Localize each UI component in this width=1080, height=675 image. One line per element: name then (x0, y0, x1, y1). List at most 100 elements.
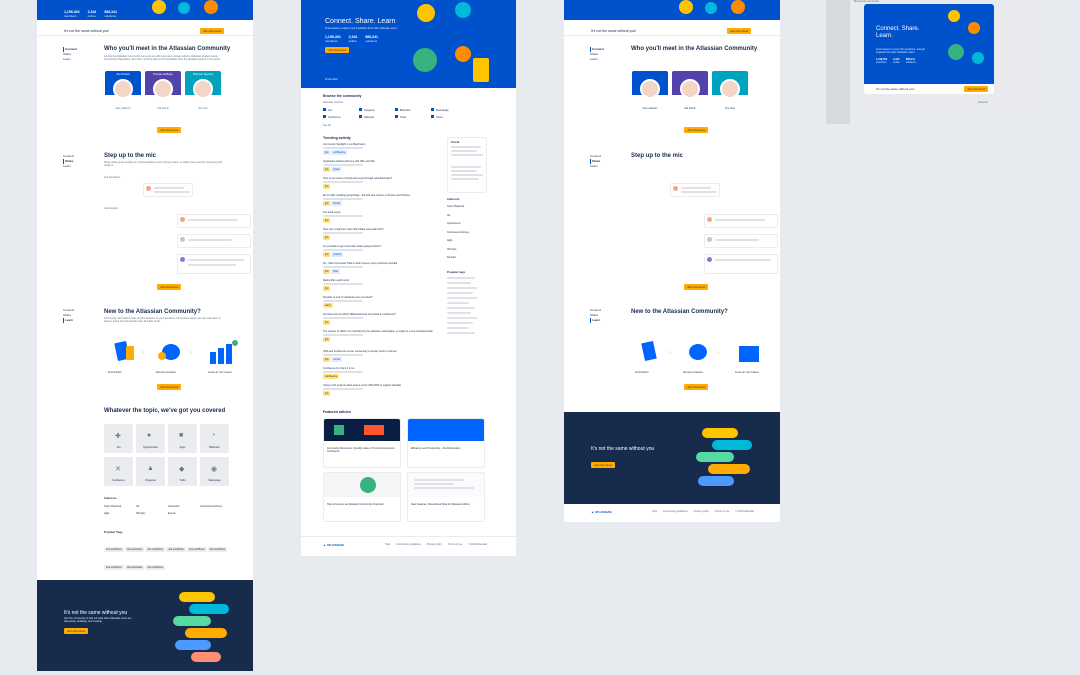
topic-bitbucket[interactable]: ◔ Bitbucket (200, 424, 229, 453)
footer-cta: It's not the same without you Join the c… (37, 580, 253, 671)
trending-item[interactable]: How to set custom (Cloud) ask to put thr… (323, 177, 441, 194)
interest-item[interactable]: Off-topic (447, 246, 469, 255)
person-card-1[interactable]: Jira Product Jose Jackson (105, 71, 141, 115)
hero-join-button[interactable]: Join the Crew (325, 47, 350, 53)
interest-item[interactable]: Agile (447, 237, 469, 246)
featured-card-2[interactable]: Efficiency and Productivity - Jira Discu… (407, 418, 485, 468)
trending-item[interactable]: Rating filter audit report jira (323, 279, 441, 296)
meet-title: Who you'll meet in the Atlassian Communi… (631, 46, 758, 52)
new-title: New to the Atlassian Community? (631, 309, 728, 315)
signup-modal: Connect. Share. Learn. Find answers in y… (864, 4, 994, 94)
products-label: Atlassian products (323, 101, 344, 104)
footer-link[interactable]: Community guidelines (396, 543, 421, 546)
interest-item[interactable]: Off-topic (136, 510, 168, 517)
product-cloud[interactable]: Cloud (431, 114, 467, 121)
featured-card-3[interactable]: How to become an Atlassian Community Cha… (323, 472, 401, 522)
tag-item[interactable]: Jira workflows (104, 565, 124, 570)
tag-item[interactable]: Jira workflows (104, 547, 124, 552)
trending-item[interactable]: Application without path key with URL an… (323, 160, 441, 177)
person-card-2[interactable]: Jira Admin (672, 71, 708, 115)
join-button-2[interactable]: Join the Crew (157, 284, 182, 290)
avatar (193, 79, 213, 99)
banner-join-button[interactable]: Join the Crew (727, 28, 752, 34)
tag-item[interactable]: Jira workflows (124, 547, 145, 552)
interest-item[interactable]: Team Playbook (447, 203, 469, 212)
trending-item[interactable]: Confluence for Jira 6.4 to us confluence (323, 367, 441, 384)
atlassian-logo[interactable]: ▲ ATLASSIAN (591, 510, 612, 514)
modal-join-button[interactable]: Join the Crew (964, 86, 989, 92)
person-card-2[interactable]: Thomas Gutfleger Jira Admin (145, 71, 181, 115)
person-card-1[interactable]: Jose Jackson (632, 71, 668, 115)
topic-trello[interactable]: ◆ Trello (168, 457, 197, 486)
topic-opportunities[interactable]: ● Opportunities (136, 424, 165, 453)
footer-link[interactable]: Privacy policy (694, 510, 709, 513)
join-button-3[interactable]: Join the Crew (684, 384, 709, 390)
footer-link[interactable]: Terms of use (448, 543, 462, 546)
trending-item[interactable]: How can I implement rules that initiate … (323, 228, 441, 245)
join-button-2[interactable]: Join the Crew (684, 284, 709, 290)
footer-link[interactable]: Community guidelines (663, 510, 688, 513)
featured-card-4[interactable]: New Features: Streamlined Flow for Relea… (407, 472, 485, 522)
interest-item[interactable]: Events (168, 510, 200, 517)
mic-body: Share what you're working on, what workf… (104, 161, 222, 167)
circle-card: Circle (447, 137, 487, 193)
tag-item[interactable]: Jira workflows (145, 547, 166, 552)
product-statuspage[interactable]: Statuspage (431, 107, 467, 114)
stat-members: 1,198,454 members (876, 58, 888, 64)
side-nav-learn[interactable]: Learn (63, 57, 77, 62)
footer-link[interactable]: Help (385, 543, 390, 546)
trending-item[interactable]: JIRA and Confluence server connecting to… (323, 350, 441, 367)
product-bitbucket[interactable]: Bitbucket (395, 107, 431, 114)
interests-list: Team Playbook Git Teamwork Continuous Deliv… (104, 503, 234, 517)
footer-join-button[interactable]: Join the Crew (64, 628, 89, 634)
interest-item[interactable]: DevOps (447, 254, 469, 263)
featured-card-1[interactable]: Community Resources: Quickly make a Tf c… (323, 418, 401, 468)
tag-item[interactable]: Jira workflows (145, 565, 166, 570)
topic-confluence[interactable]: ✕ Confluence (104, 457, 133, 486)
trending-item[interactable]: The content of JIRA is no controlled by … (323, 330, 441, 350)
see-all-link[interactable]: See all (323, 124, 331, 128)
product-atlassian[interactable]: Atlassian (359, 114, 395, 121)
interest-item[interactable]: Team Playbook (104, 503, 136, 510)
tag-item[interactable]: Jira workflows (124, 565, 145, 570)
trending-item[interactable]: And also how to publish (Bitbucket/new) … (323, 313, 441, 330)
interest-item[interactable]: Opensource (447, 220, 469, 229)
interest-item[interactable]: Git (136, 503, 168, 510)
trending-item[interactable]: Jira audit report jira (323, 211, 441, 228)
trending-item[interactable]: Errors after updating groupshape, Jira S… (323, 194, 441, 211)
scroll-down-link[interactable]: Scroll down (325, 78, 338, 82)
topic-opsgenie[interactable]: ▲ Opsgenie (136, 457, 165, 486)
join-button-1[interactable]: Join the Crew (157, 127, 182, 133)
product-confluence[interactable]: Confluence (323, 114, 359, 121)
trending-item[interactable]: Is it possible to get convention duties … (323, 245, 441, 262)
footer-join-button[interactable]: Join the Crew (591, 462, 616, 468)
product-jira[interactable]: Jira (323, 107, 359, 114)
product-trello[interactable]: Trello (395, 114, 431, 121)
trending-item[interactable]: Using a rich projects allow assure error… (323, 384, 441, 401)
trending-item[interactable]: Community Spotlight: Lynn Bachmann jira co… (323, 143, 441, 160)
interest-item[interactable]: Teamwork (168, 503, 200, 510)
tag-item[interactable]: Jira workflows (186, 547, 207, 552)
tag-item[interactable]: Jira workflows (207, 547, 228, 552)
topic-statuspage[interactable]: ◉ Statuspage (200, 457, 229, 486)
trending-item[interactable]: Possible to end in individual users via … (323, 296, 441, 313)
banner-join-button[interactable]: Join the Crew (200, 28, 225, 34)
person-card-3[interactable]: Shannon Quyreck Jira User (185, 71, 221, 115)
interest-item[interactable]: Agile (104, 510, 136, 517)
topic-apps[interactable]: ■ Apps (168, 424, 197, 453)
person-card-3[interactable]: Jira User (712, 71, 748, 115)
join-button-3[interactable]: Join the Crew (157, 384, 182, 390)
join-button-1[interactable]: Join the Crew (684, 127, 709, 133)
tag-item[interactable]: Jira workflows (166, 547, 186, 552)
footer-link[interactable]: Terms of use (715, 510, 729, 513)
interest-item[interactable]: Git (447, 212, 469, 221)
product-opsgenie[interactable]: Opsgenie (359, 107, 395, 114)
trending-item[interactable]: Fix: I filter Command Total on both scre… (323, 262, 441, 279)
interest-item[interactable]: Continuous Delivery (447, 229, 469, 238)
atlassian-logo[interactable]: ▲ ATLASSIAN (323, 543, 344, 547)
footer-link[interactable]: Privacy policy (427, 543, 442, 546)
interest-item[interactable]: Continuous Delivery (200, 503, 232, 510)
topic-jira[interactable]: ✚ Jira (104, 424, 133, 453)
footer-link[interactable]: Help (652, 510, 657, 513)
featured-title: Featured articles (323, 410, 352, 414)
